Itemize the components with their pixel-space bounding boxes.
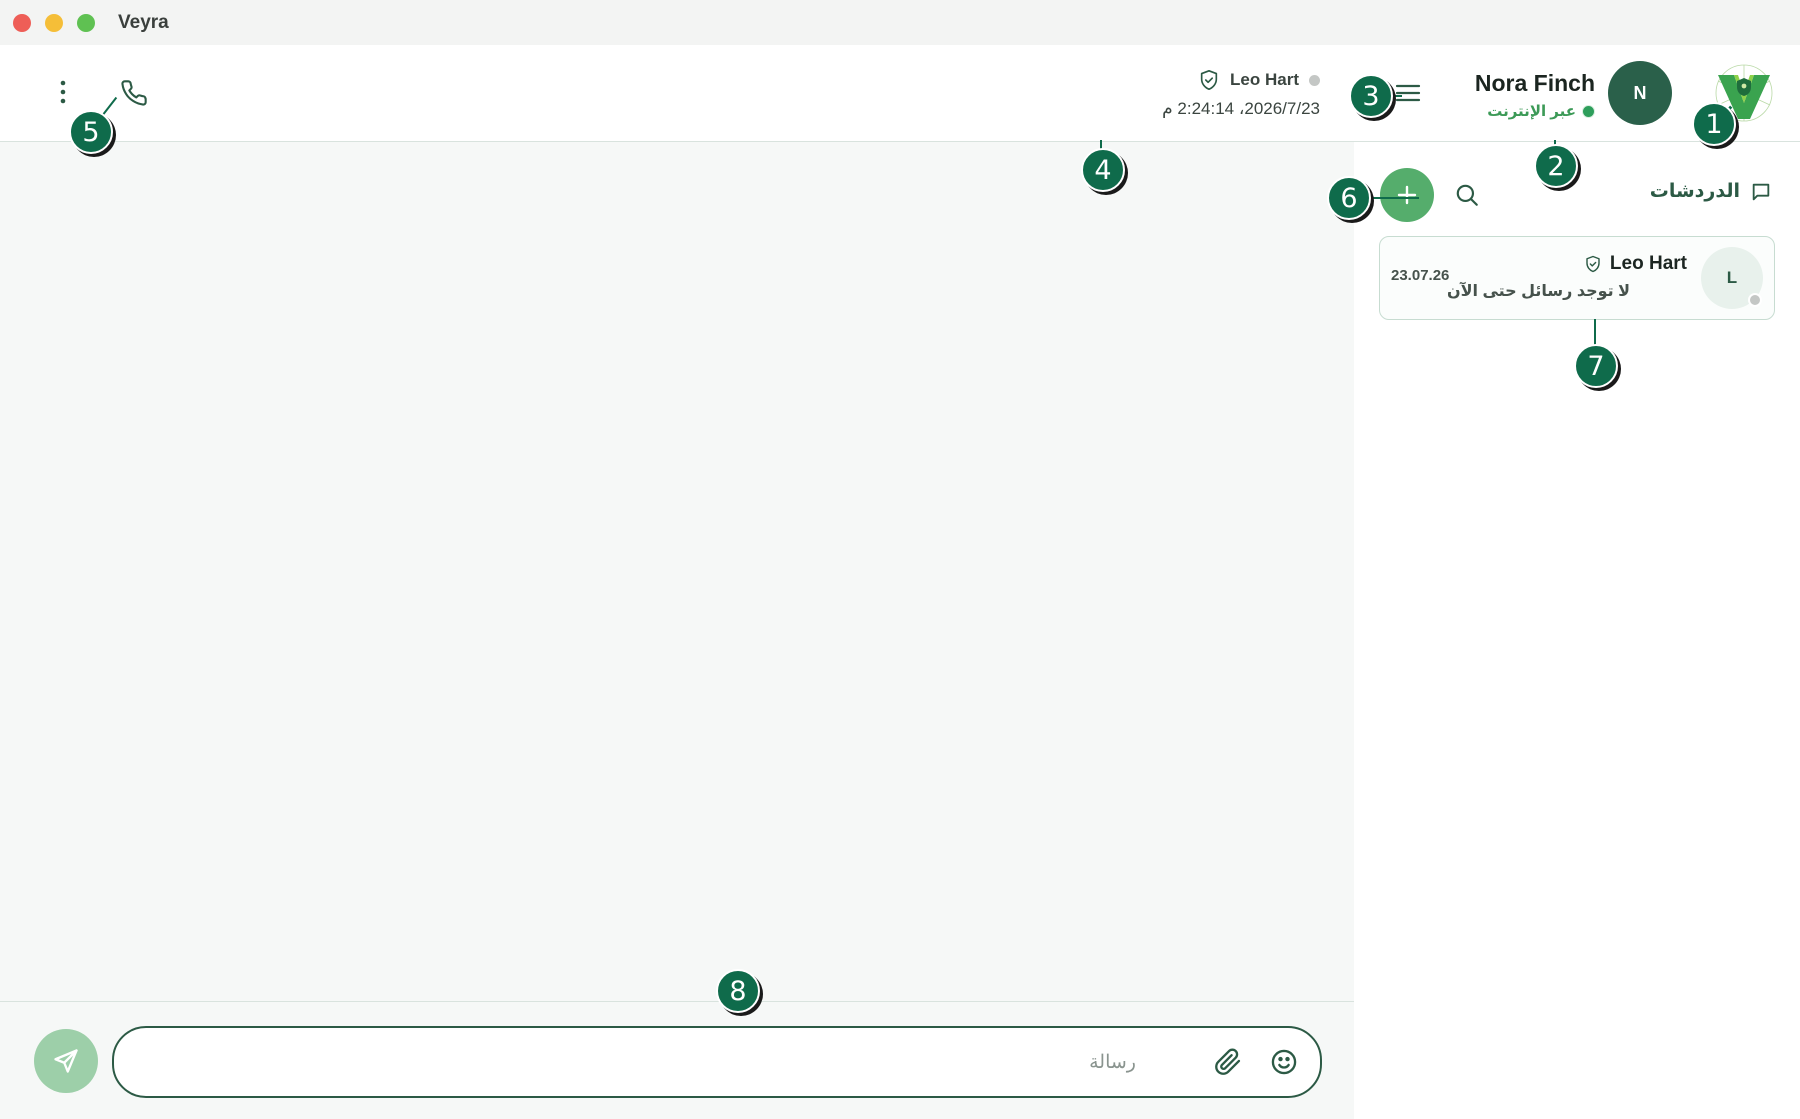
callout-7: 7 — [1574, 344, 1618, 388]
plus-icon — [1397, 185, 1417, 205]
chat-list-item[interactable]: L Leo Hart لا توجد رسائل حتى الآن 23.07.… — [1379, 236, 1775, 320]
send-icon — [54, 1049, 78, 1073]
callout-5: 5 — [69, 110, 113, 154]
menu-icon[interactable] — [1393, 81, 1423, 105]
chat-bubble-icon — [1752, 183, 1770, 200]
current-user-name: Nora Finch — [1474, 70, 1595, 96]
callout-3: 3 — [1349, 74, 1393, 118]
send-button[interactable] — [34, 1029, 98, 1093]
chat-date: 23.07.26 — [1391, 267, 1450, 284]
callout-leader-7 — [1594, 319, 1596, 345]
callout-2: 2 — [1534, 144, 1578, 188]
search-icon[interactable] — [1454, 182, 1480, 208]
message-composer — [112, 1026, 1322, 1098]
message-input[interactable] — [134, 1028, 1138, 1098]
more-options-icon[interactable] — [52, 79, 74, 105]
close-window-button[interactable] — [13, 14, 31, 32]
active-contact-timestamp: 2026/7/23، 2:24:14 م — [1162, 99, 1320, 118]
callout-6: 6 — [1327, 176, 1371, 220]
current-user-status: عبر الإنترنت — [1475, 102, 1595, 120]
emoji-icon[interactable] — [1270, 1048, 1298, 1076]
call-icon[interactable] — [120, 79, 148, 107]
chat-status-dot — [1748, 293, 1762, 307]
new-chat-button[interactable] — [1380, 168, 1434, 222]
callout-leader-6 — [1365, 197, 1419, 199]
current-user-avatar[interactable]: N — [1608, 61, 1672, 125]
chats-title: الدردشات — [1649, 181, 1740, 202]
verified-shield-icon — [1200, 70, 1218, 90]
chat-contact-name: Leo Hart — [1609, 253, 1687, 274]
callout-4: 4 — [1081, 148, 1125, 192]
chat-name-row: Leo Hart — [1584, 253, 1687, 275]
zoom-window-button[interactable] — [77, 14, 95, 32]
verified-shield-icon — [1586, 255, 1600, 273]
active-contact-info[interactable]: Leo Hart 2026/7/23، 2:24:14 م — [1162, 69, 1320, 119]
app-window: Veyra Leo Hart 2026/7/23، 2:24:14 م Nora… — [0, 0, 1800, 1119]
chat-sidebar: الدردشات L Leo Hart لا توجد رسائل حتى ال… — [1354, 142, 1800, 1119]
online-status-dot — [1582, 104, 1595, 118]
attachment-icon[interactable] — [1214, 1048, 1242, 1076]
current-user-info[interactable]: Nora Finch عبر الإنترنت — [1475, 70, 1595, 120]
minimize-window-button[interactable] — [45, 14, 63, 32]
title-bar: Veyra — [0, 0, 1800, 46]
current-user-status-label: عبر الإنترنت — [1487, 103, 1576, 120]
callout-8: 8 — [716, 969, 760, 1013]
window-title: Veyra — [118, 12, 169, 33]
contact-status-dot — [1309, 74, 1320, 86]
chat-header: Leo Hart 2026/7/23، 2:24:14 م Nora Finch… — [0, 45, 1800, 142]
composer-divider — [0, 1001, 1354, 1002]
chats-heading: الدردشات — [1650, 180, 1772, 203]
callout-1: 1 — [1692, 102, 1736, 146]
chat-preview: لا توجد رسائل حتى الآن — [1446, 283, 1630, 300]
active-contact-name: Leo Hart — [1230, 70, 1299, 89]
